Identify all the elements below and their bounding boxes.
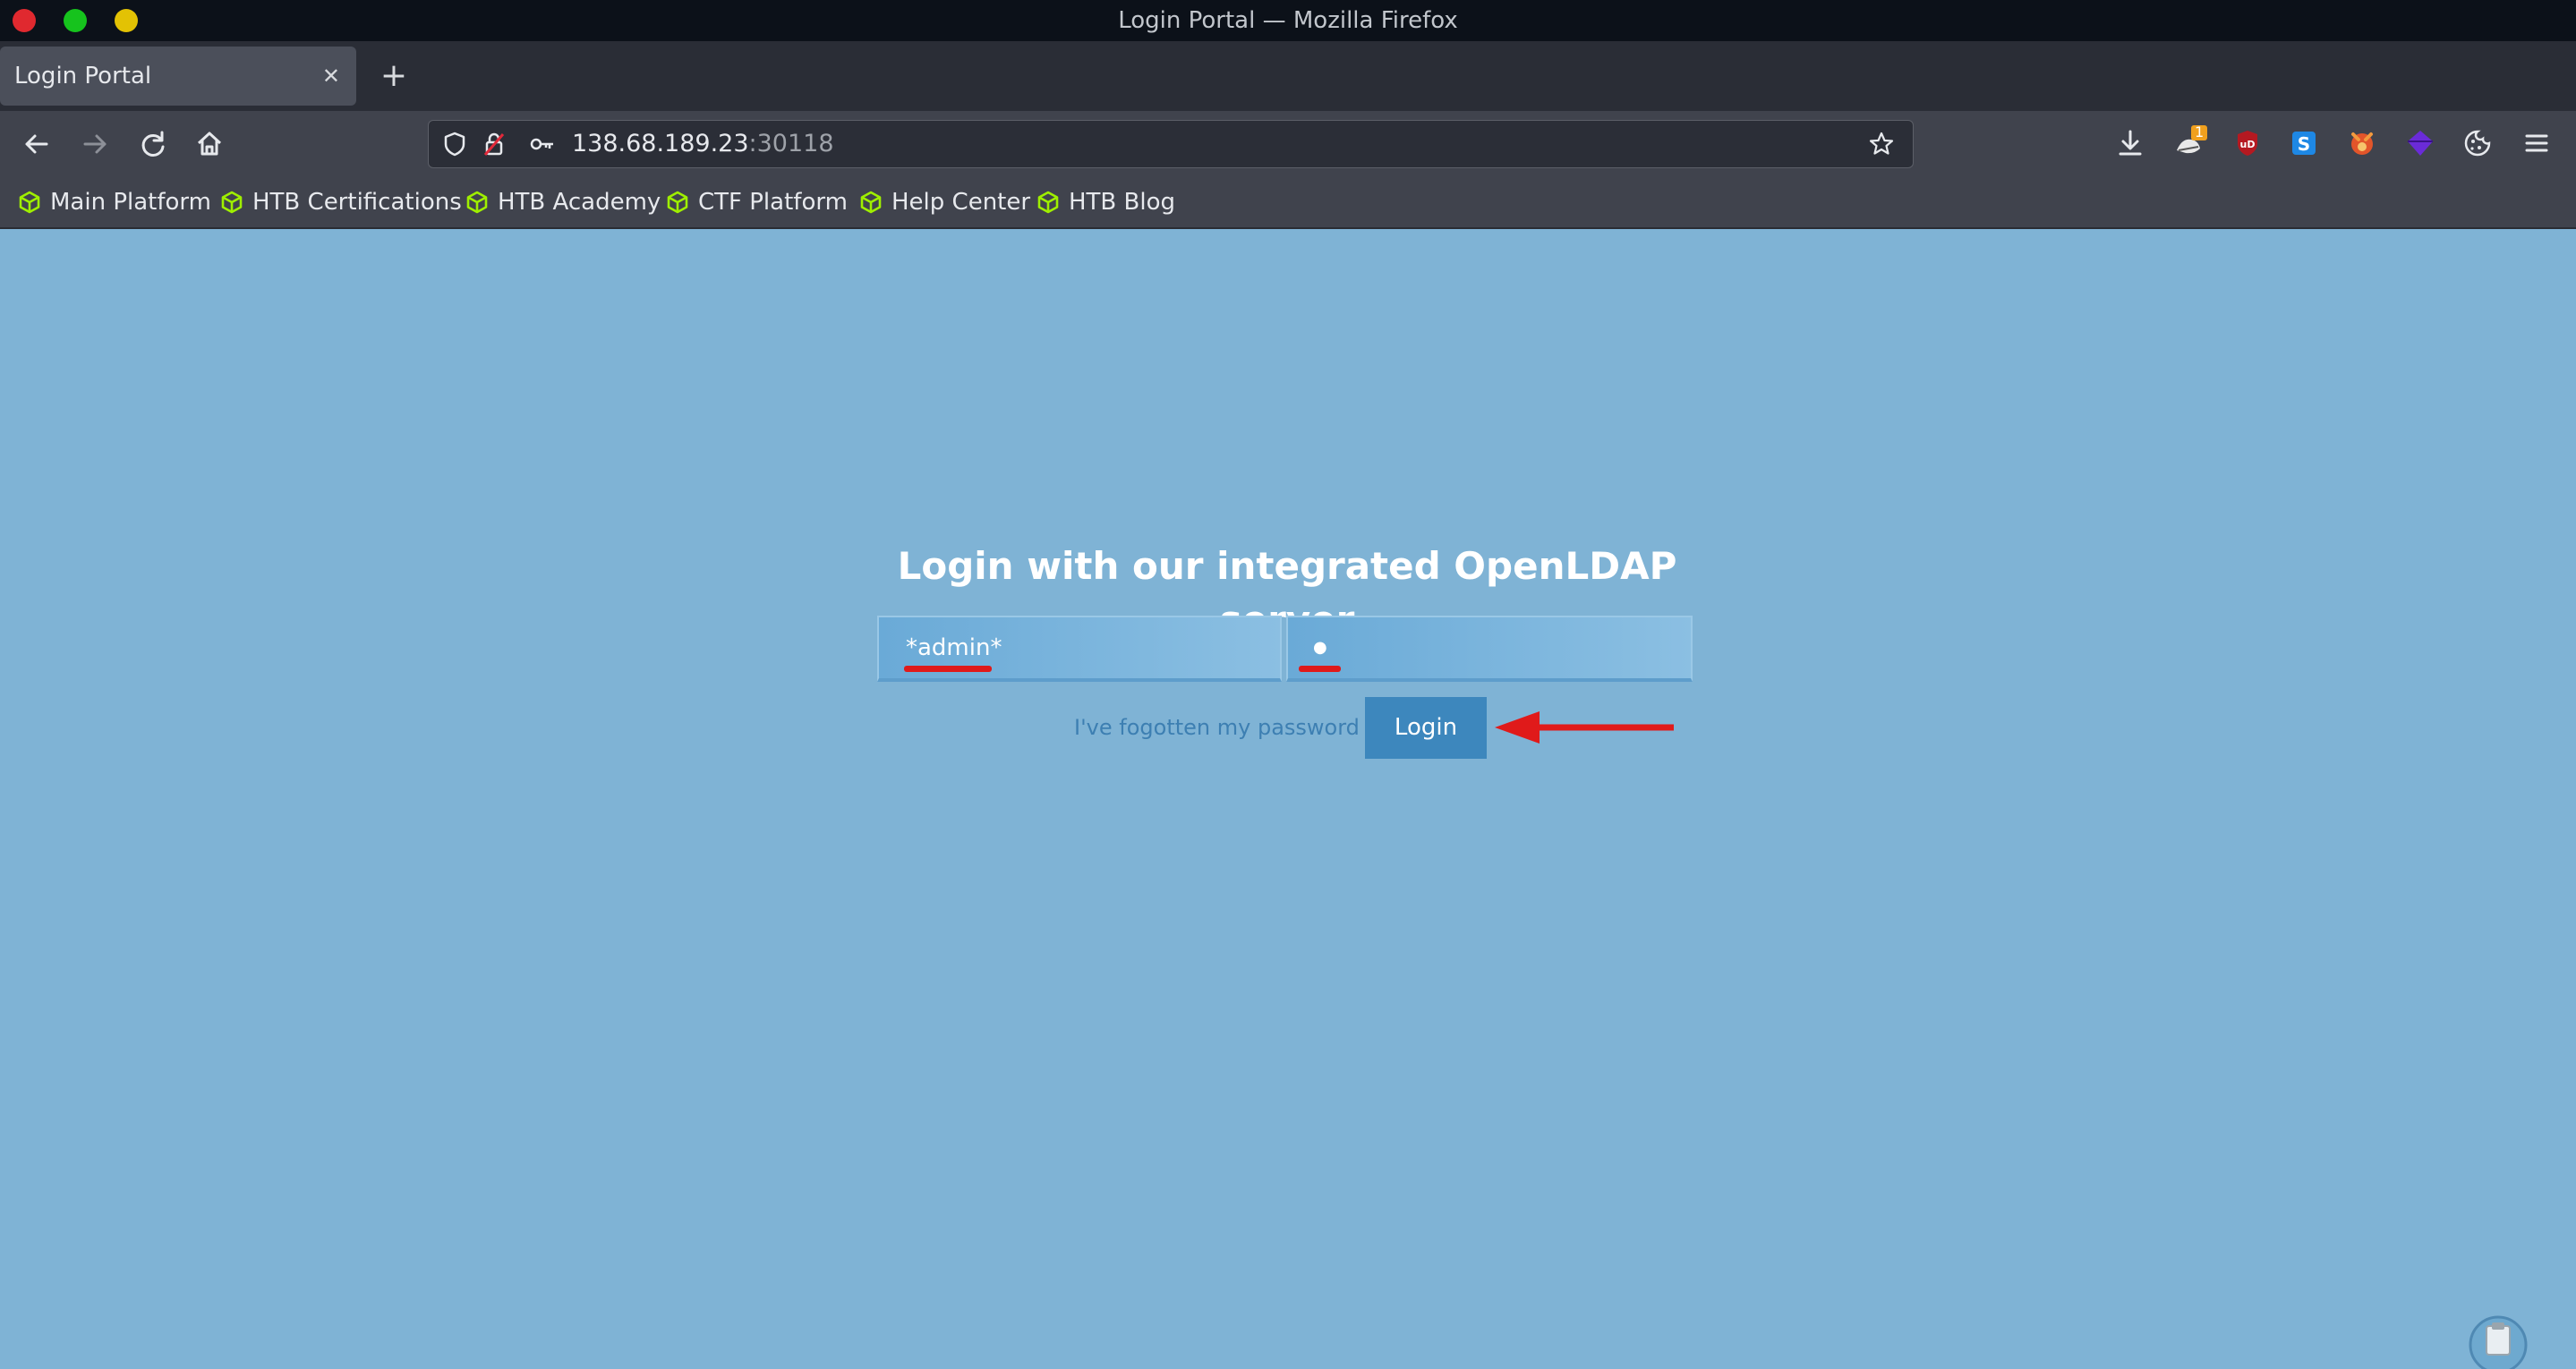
htb-cube-icon [860, 191, 882, 214]
bookmark-star-icon[interactable] [1866, 129, 1897, 159]
forgot-password-link[interactable]: I've fogotten my password [1074, 698, 1360, 757]
password-field[interactable]: ● [1286, 616, 1693, 682]
new-tab-button[interactable]: + [376, 47, 412, 106]
username-annotation-underline [904, 666, 992, 672]
tab-login-portal[interactable]: Login Portal ✕ [0, 47, 356, 106]
bookmark-label: HTB Blog [1069, 189, 1176, 216]
annotation-arrow-icon [1495, 711, 1674, 744]
forward-icon[interactable] [73, 122, 117, 166]
download-icon[interactable] [2111, 123, 2150, 163]
clipboard-icon[interactable] [2469, 1315, 2528, 1369]
navigation-toolbar: 138.68.189.23:30118 1 uD S [0, 111, 2576, 177]
svg-text:uD: uD [2240, 139, 2256, 150]
tab-strip: Login Portal ✕ + [0, 41, 2576, 111]
menu-icon[interactable] [2517, 123, 2556, 163]
bookmark-help-center[interactable]: Help Center [857, 177, 1030, 227]
bookmarks-toolbar: Main Platform HTB Certifications HTB Aca… [0, 177, 2576, 229]
htb-cube-icon [221, 191, 243, 214]
extension-badge-count: 1 [2195, 123, 2205, 140]
htb-cube-icon [667, 191, 688, 214]
bookmark-htb-academy[interactable]: HTB Academy [464, 177, 661, 227]
bookmark-label: CTF Platform [698, 189, 848, 216]
bookmark-label: HTB Academy [498, 189, 661, 216]
extension-badge-icon[interactable]: 1 [2170, 123, 2209, 163]
s-extension-icon[interactable]: S [2284, 123, 2324, 163]
bookmark-ctf-platform[interactable]: CTF Platform [664, 177, 848, 227]
insecure-lock-icon[interactable] [479, 129, 509, 159]
bookmark-htb-blog[interactable]: HTB Blog [1035, 177, 1175, 227]
htb-cube-icon [466, 191, 488, 214]
htb-cube-icon [1037, 191, 1059, 214]
bookmark-label: Help Center [891, 189, 1031, 216]
url-port: :30118 [748, 130, 834, 157]
back-icon[interactable] [14, 122, 59, 166]
window-titlebar: Login Portal — Mozilla Firefox [0, 0, 2576, 41]
tab-close-icon[interactable]: ✕ [322, 47, 340, 106]
htb-cube-icon [19, 191, 40, 214]
key-icon[interactable] [527, 129, 558, 159]
url-bar[interactable]: 138.68.189.23:30118 [428, 120, 1914, 168]
fox-extension-icon[interactable] [2342, 123, 2382, 163]
ublock-icon[interactable]: uD [2228, 123, 2267, 163]
bookmark-label: Main Platform [50, 189, 211, 216]
url-host: 138.68.189.23 [572, 130, 749, 157]
cookie-icon[interactable] [2458, 123, 2497, 163]
svg-text:S: S [2298, 133, 2310, 155]
bookmark-label: HTB Certifications [252, 189, 462, 216]
reload-icon[interactable] [131, 122, 175, 166]
bookmark-main-platform[interactable]: Main Platform [16, 177, 211, 227]
home-icon[interactable] [187, 122, 232, 166]
password-annotation-underline [1299, 666, 1341, 672]
login-button[interactable]: Login [1365, 697, 1487, 759]
url-text[interactable]: 138.68.189.23:30118 [572, 121, 834, 167]
window-title: Login Portal — Mozilla Firefox [1118, 7, 1458, 34]
tab-label: Login Portal [14, 63, 152, 89]
purple-extension-icon[interactable] [2401, 123, 2440, 163]
bookmark-htb-certifications[interactable]: HTB Certifications [218, 177, 462, 227]
shield-icon[interactable] [439, 129, 470, 159]
